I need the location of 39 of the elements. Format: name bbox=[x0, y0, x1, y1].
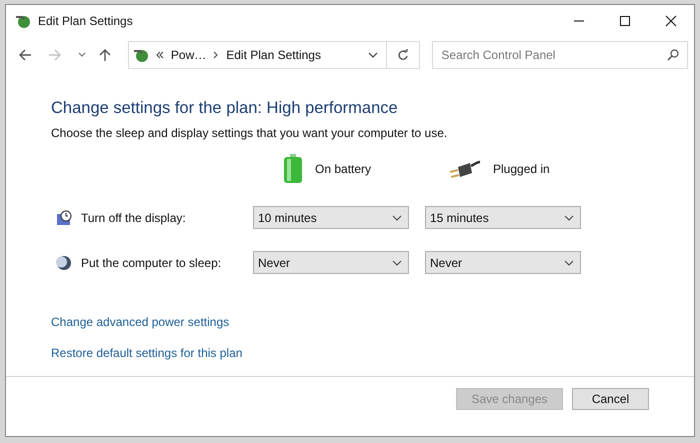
power-plan-icon bbox=[15, 13, 31, 29]
chevron-down-icon bbox=[564, 260, 574, 266]
chevron-down-icon bbox=[564, 214, 574, 220]
breadcrumb[interactable]: Pow… bbox=[170, 48, 206, 62]
page-description: Choose the sleep and display settings that you want your computer to use. bbox=[51, 126, 448, 140]
back-arrow-icon[interactable] bbox=[18, 48, 32, 62]
power-plug-icon bbox=[447, 158, 481, 180]
address-bar[interactable]: Pow… Edit Plan Settings bbox=[128, 41, 388, 69]
dropdown[interactable]: Never bbox=[425, 251, 581, 274]
cancel-button[interactable]: Cancel bbox=[572, 388, 649, 410]
chevron-down-icon bbox=[392, 214, 402, 220]
refresh-button[interactable] bbox=[387, 41, 420, 69]
power-plan-icon bbox=[132, 47, 149, 63]
column-label: On battery bbox=[315, 162, 372, 176]
link[interactable]: Change advanced power settings bbox=[51, 315, 230, 329]
dropdown[interactable]: Never bbox=[253, 251, 409, 274]
breadcrumb[interactable]: Edit Plan Settings bbox=[226, 48, 321, 62]
dropdown[interactable]: 15 minutes bbox=[425, 206, 581, 229]
close-icon[interactable] bbox=[665, 15, 677, 27]
battery-icon bbox=[283, 154, 303, 184]
refresh-icon bbox=[397, 49, 410, 61]
window-title: Edit Plan Settings bbox=[38, 14, 133, 28]
search-icon bbox=[666, 49, 679, 61]
setting-label: Turn off the display: bbox=[81, 210, 186, 224]
link[interactable]: Restore default settings for this plan bbox=[51, 346, 242, 360]
chevron-down-icon bbox=[392, 260, 402, 266]
maximize-icon[interactable] bbox=[619, 15, 631, 27]
chevron-right-icon bbox=[213, 51, 220, 59]
chevron-down-icon[interactable] bbox=[368, 51, 378, 59]
column-label: Plugged in bbox=[493, 162, 550, 176]
monitor-clock-icon bbox=[56, 210, 72, 226]
dropdown[interactable]: 10 minutes bbox=[253, 206, 409, 229]
up-arrow-icon[interactable] bbox=[98, 48, 112, 62]
double-chevron-icon bbox=[156, 51, 164, 59]
setting-label: Put the computer to sleep: bbox=[81, 256, 222, 270]
moon-icon bbox=[56, 254, 72, 270]
page-heading: Change settings for the plan: High performance bbox=[51, 99, 399, 118]
search-field[interactable]: Search Control Panel bbox=[432, 41, 688, 69]
chevron-down-icon[interactable] bbox=[78, 51, 86, 59]
